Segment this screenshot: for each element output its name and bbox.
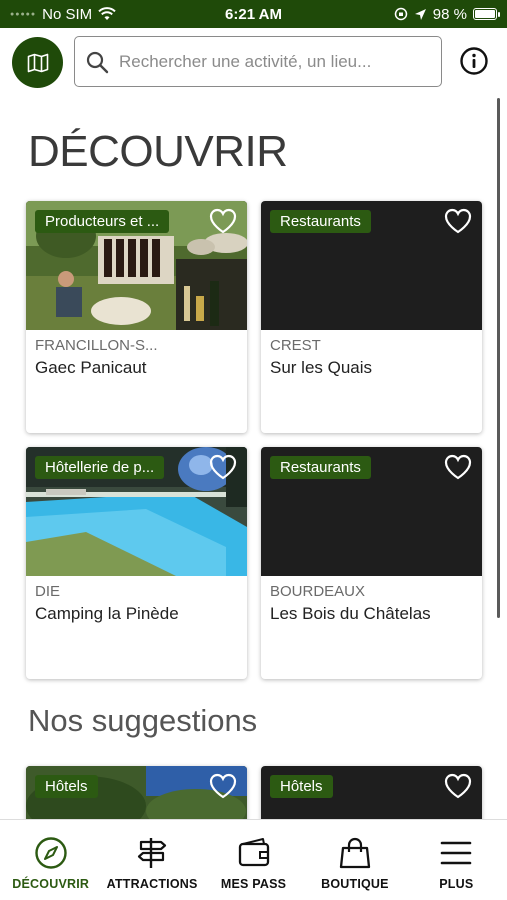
heart-icon[interactable] bbox=[208, 453, 238, 481]
tab-label: PLUS bbox=[439, 877, 474, 891]
card-name: Sur les Quais bbox=[270, 358, 373, 377]
section-title-suggestions: Nos suggestions bbox=[28, 703, 258, 738]
activity-card[interactable]: Hôtellerie de p... DIE Camping la Pinède bbox=[26, 447, 247, 679]
suggestion-card[interactable]: Hôtels bbox=[26, 766, 247, 826]
heart-icon[interactable] bbox=[208, 207, 238, 235]
status-time: 6:21 AM bbox=[225, 5, 282, 23]
tab-label: BOUTIQUE bbox=[321, 877, 389, 891]
map-icon bbox=[27, 53, 48, 72]
activity-card[interactable]: Restaurants CREST Sur les Quais bbox=[261, 201, 482, 433]
wallet-icon bbox=[238, 838, 269, 867]
search-icon bbox=[86, 51, 109, 73]
card-town: BOURDEAUX bbox=[270, 583, 366, 600]
search-input[interactable] bbox=[119, 51, 441, 72]
heart-icon[interactable] bbox=[208, 772, 238, 800]
card-body: CREST Sur les Quais bbox=[261, 330, 482, 385]
bottom-tab-bar: DÉCOUVRIR ATTRACTIONS MES PASS BOUTIQUE … bbox=[0, 819, 507, 900]
heart-icon[interactable] bbox=[443, 453, 473, 481]
card-town: DIE bbox=[35, 583, 61, 600]
tab-passes[interactable]: MES PASS bbox=[203, 820, 304, 900]
card-body: DIE Camping la Pinède bbox=[26, 576, 247, 631]
card-town: CREST bbox=[270, 337, 321, 354]
card-name: Les Bois du Châtelas bbox=[270, 604, 431, 623]
search-bar[interactable] bbox=[74, 36, 442, 87]
battery-fill bbox=[475, 10, 495, 18]
activity-card[interactable]: Producteurs et ... FRANCILLON-S... Gaec … bbox=[26, 201, 247, 433]
heart-icon[interactable] bbox=[443, 772, 473, 800]
battery-icon bbox=[473, 8, 500, 20]
category-badge: Hôtels bbox=[270, 775, 333, 798]
category-badge: Restaurants bbox=[270, 456, 371, 479]
card-image: Restaurants bbox=[261, 447, 482, 576]
battery-percent: 98 % bbox=[432, 5, 467, 23]
card-name: Camping la Pinède bbox=[35, 604, 179, 623]
info-icon[interactable] bbox=[459, 46, 489, 76]
compass-icon bbox=[35, 837, 67, 869]
scrollbar[interactable] bbox=[497, 98, 500, 618]
suggestion-card[interactable]: Hôtels bbox=[261, 766, 482, 826]
carrier-label: No SIM bbox=[42, 5, 93, 23]
tab-label: DÉCOUVRIR bbox=[12, 877, 90, 891]
rotation-lock-icon bbox=[394, 7, 408, 21]
tab-discover[interactable]: DÉCOUVRIR bbox=[0, 820, 101, 900]
card-name: Gaec Panicaut bbox=[35, 358, 147, 377]
tab-label: ATTRACTIONS bbox=[106, 877, 198, 891]
shopping-bag-icon bbox=[339, 837, 371, 869]
status-right: 98 % bbox=[327, 5, 500, 23]
status-left: ●●●●● No SIM bbox=[10, 6, 180, 23]
card-image: Producteurs et ... bbox=[26, 201, 247, 330]
wifi-icon bbox=[98, 7, 116, 20]
card-image: Restaurants bbox=[261, 201, 482, 330]
location-arrow-icon bbox=[414, 8, 426, 20]
tab-label: MES PASS bbox=[220, 877, 287, 891]
card-image: Hôtellerie de p... bbox=[26, 447, 247, 576]
signpost-icon bbox=[138, 838, 167, 868]
signal-dots-icon: ●●●●● bbox=[10, 10, 37, 18]
card-town: FRANCILLON-S... bbox=[35, 337, 158, 354]
category-badge: Hôtels bbox=[35, 775, 98, 798]
heart-icon[interactable] bbox=[443, 207, 473, 235]
tab-more[interactable]: PLUS bbox=[406, 820, 507, 900]
activity-card[interactable]: Restaurants BOURDEAUX Les Bois du Châtel… bbox=[261, 447, 482, 679]
tab-attractions[interactable]: ATTRACTIONS bbox=[101, 820, 202, 900]
status-bar: ●●●●● No SIM 6:21 AM 98 % bbox=[0, 0, 507, 28]
card-body: BOURDEAUX Les Bois du Châtelas bbox=[261, 576, 482, 631]
tab-shop[interactable]: BOUTIQUE bbox=[304, 820, 405, 900]
category-badge: Hôtellerie de p... bbox=[35, 456, 165, 479]
card-image: Hôtels bbox=[261, 766, 482, 826]
category-badge: Restaurants bbox=[270, 210, 371, 233]
menu-icon bbox=[441, 841, 472, 865]
page-title: DÉCOUVRIR bbox=[28, 127, 288, 176]
card-image: Hôtels bbox=[26, 766, 247, 826]
card-body: FRANCILLON-S... Gaec Panicaut bbox=[26, 330, 247, 385]
category-badge: Producteurs et ... bbox=[35, 210, 170, 233]
map-button[interactable] bbox=[12, 37, 63, 88]
